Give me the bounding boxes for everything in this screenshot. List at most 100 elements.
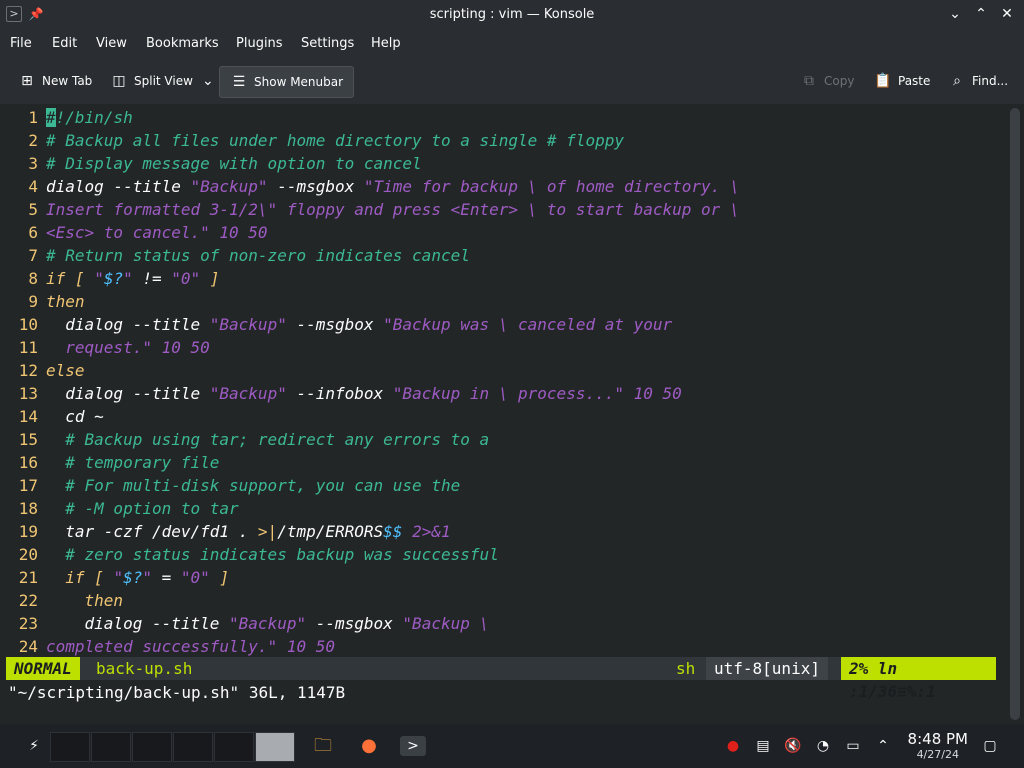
find-label: Find... [972, 74, 1009, 88]
line-number: 20 [18, 545, 38, 564]
line-number: 10 [18, 315, 38, 334]
chevron-up-icon[interactable]: ⌃ [873, 736, 893, 756]
line-number: 4 [28, 177, 38, 196]
line-number: 22 [18, 591, 38, 610]
menu-file[interactable]: File [10, 36, 32, 51]
editor-line[interactable]: 4 dialog --title "Backup" --msgbox "Time … [0, 175, 739, 198]
editor-line[interactable]: 19 tar -czf /dev/fd1 . >|/tmp/ERRORS$$ 2… [0, 520, 451, 543]
paste-button[interactable]: 📋 Paste [874, 66, 930, 96]
split-view-icon: ◫ [112, 73, 126, 89]
split-view-label: Split View [134, 74, 193, 88]
clock-time: 8:48 PM [907, 730, 968, 748]
line-number: 7 [28, 246, 38, 265]
menu-view[interactable]: View [96, 36, 127, 51]
vim-statusline: NORMAL back-up.sh sh utf-8[unix] 2% ln :… [6, 657, 996, 701]
editor-line[interactable]: 12 else [0, 359, 85, 382]
copy-label: Copy [824, 74, 855, 88]
editor-line[interactable]: 8 if [ "$?" != "0" ] [0, 267, 219, 290]
scrollbar-thumb[interactable] [1010, 108, 1020, 720]
terminal-scrollbar[interactable] [1006, 104, 1024, 724]
line-number: 9 [28, 292, 38, 311]
line-number: 24 [18, 637, 38, 656]
vim-encoding: utf-8[unix] [706, 657, 828, 680]
editor-line[interactable]: 17 # For multi-disk support, you can use… [0, 474, 460, 497]
editor-line[interactable]: 21 if [ "$?" = "0" ] [0, 566, 229, 589]
editor-line[interactable]: 24 completed successfully." 10 50 [0, 635, 335, 658]
show-menubar-label: Show Menubar [254, 75, 344, 89]
line-number: 6 [28, 223, 38, 242]
minimize-button[interactable]: ⌄ [948, 5, 962, 23]
line-number: 8 [28, 269, 38, 288]
menu-bookmarks[interactable]: Bookmarks [146, 36, 219, 51]
show-desktop-icon[interactable]: ▢ [980, 736, 1000, 756]
editor-line[interactable]: 2 # Backup all files under home directory… [0, 129, 624, 152]
desktop-1-thumbnail[interactable] [50, 732, 90, 762]
mega-icon[interactable]: ● [723, 736, 743, 756]
copy-icon: ⧉ [804, 73, 814, 89]
search-icon: ⌕ [953, 73, 961, 89]
clipboard-icon[interactable]: ▤ [753, 736, 773, 756]
terminal-area[interactable]: 1 #!/bin/sh 2 # Backup all files under home… [0, 104, 1006, 724]
editor-line[interactable]: 18 # -M option to tar [0, 497, 239, 520]
editor-line[interactable]: 6 <Esc> to cancel." 10 50 [0, 221, 267, 244]
line-number: 1 [28, 108, 38, 127]
window-title: scripting : vim — Konsole [429, 7, 595, 22]
line-number: 3 [28, 154, 38, 173]
line-number: 13 [18, 384, 38, 403]
line-number: 19 [18, 522, 38, 541]
line-number: 12 [18, 361, 38, 380]
clock[interactable]: 8:48 PM 4/27/24 [908, 730, 968, 761]
new-tab-button[interactable]: ⊞ New Tab [18, 66, 92, 96]
application-launcher-icon[interactable]: ⚡ [24, 736, 44, 756]
editor-line[interactable]: 23 dialog --title "Backup" --msgbox "Bac… [0, 612, 489, 635]
paste-icon: 📋 [874, 73, 892, 89]
editor-line[interactable]: 22 then [0, 589, 123, 612]
menubar: File Edit View Bookmarks Plugins Setting… [0, 30, 1024, 58]
show-menubar-button[interactable]: ☰ Show Menubar [219, 66, 355, 98]
line-number: 23 [18, 614, 38, 633]
close-button[interactable]: ✕ [1000, 5, 1014, 23]
chevron-down-icon[interactable]: ⌄ [199, 72, 217, 90]
firefox-icon[interactable]: ● [356, 736, 382, 756]
network-icon[interactable]: ◔ [813, 736, 833, 756]
editor-line[interactable]: 9 then [0, 290, 84, 313]
editor-line[interactable]: 20 # zero status indicates backup was su… [0, 543, 499, 566]
editor-line[interactable]: 11 request." 10 50 [0, 336, 210, 359]
line-number: 5 [28, 200, 38, 219]
volume-muted-icon[interactable]: 🔇 [783, 736, 803, 756]
menu-settings[interactable]: Settings [301, 36, 354, 51]
desktop-4-thumbnail[interactable] [173, 732, 213, 762]
window-titlebar: > 📌 scripting : vim — Konsole ⌄ ⌃ ✕ [0, 0, 1024, 30]
desktop-2-thumbnail[interactable] [91, 732, 131, 762]
new-tab-icon: ⊞ [21, 73, 33, 89]
find-button[interactable]: ⌕ Find... [948, 66, 1008, 96]
desktop-3-thumbnail[interactable] [132, 732, 172, 762]
editor-line[interactable]: 7 # Return status of non-zero indicates c… [0, 244, 469, 267]
editor-line[interactable]: 15 # Backup using tar; redirect any erro… [0, 428, 489, 451]
display-icon[interactable]: ▭ [843, 736, 863, 756]
menu-edit[interactable]: Edit [52, 36, 77, 51]
editor-line[interactable]: 13 dialog --title "Backup" --infobox "Ba… [0, 382, 682, 405]
editor-line[interactable]: 5 Insert formatted 3-1/2\" floppy and pre… [0, 198, 739, 221]
menu-help[interactable]: Help [371, 36, 401, 51]
window-controls: ⌄ ⌃ ✕ [948, 5, 1014, 23]
konsole-task-icon[interactable]: > [400, 736, 426, 756]
desktop-5-thumbnail[interactable] [214, 732, 254, 762]
line-number: 15 [18, 430, 38, 449]
line-number: 18 [18, 499, 38, 518]
split-view-button[interactable]: ◫ Split View ⌄ [110, 66, 217, 96]
line-number: 14 [18, 407, 38, 426]
vim-filename: back-up.sh [96, 659, 193, 678]
editor-line[interactable]: 1 #!/bin/sh [0, 106, 133, 129]
paste-label: Paste [898, 74, 931, 88]
new-tab-label: New Tab [42, 74, 93, 88]
menu-plugins[interactable]: Plugins [236, 36, 283, 51]
editor-line[interactable]: 14 cd ~ [0, 405, 104, 428]
editor-line[interactable]: 16 # temporary file [0, 451, 220, 474]
desktop-6-thumbnail[interactable] [255, 732, 295, 762]
copy-button[interactable]: ⧉ Copy [800, 66, 854, 96]
maximize-button[interactable]: ⌃ [974, 5, 988, 23]
editor-line[interactable]: 10 dialog --title "Backup" --msgbox "Bac… [0, 313, 672, 336]
editor-line[interactable]: 3 # Display message with option to cancel [0, 152, 421, 175]
file-manager-icon[interactable]: 🗀 [310, 736, 336, 756]
